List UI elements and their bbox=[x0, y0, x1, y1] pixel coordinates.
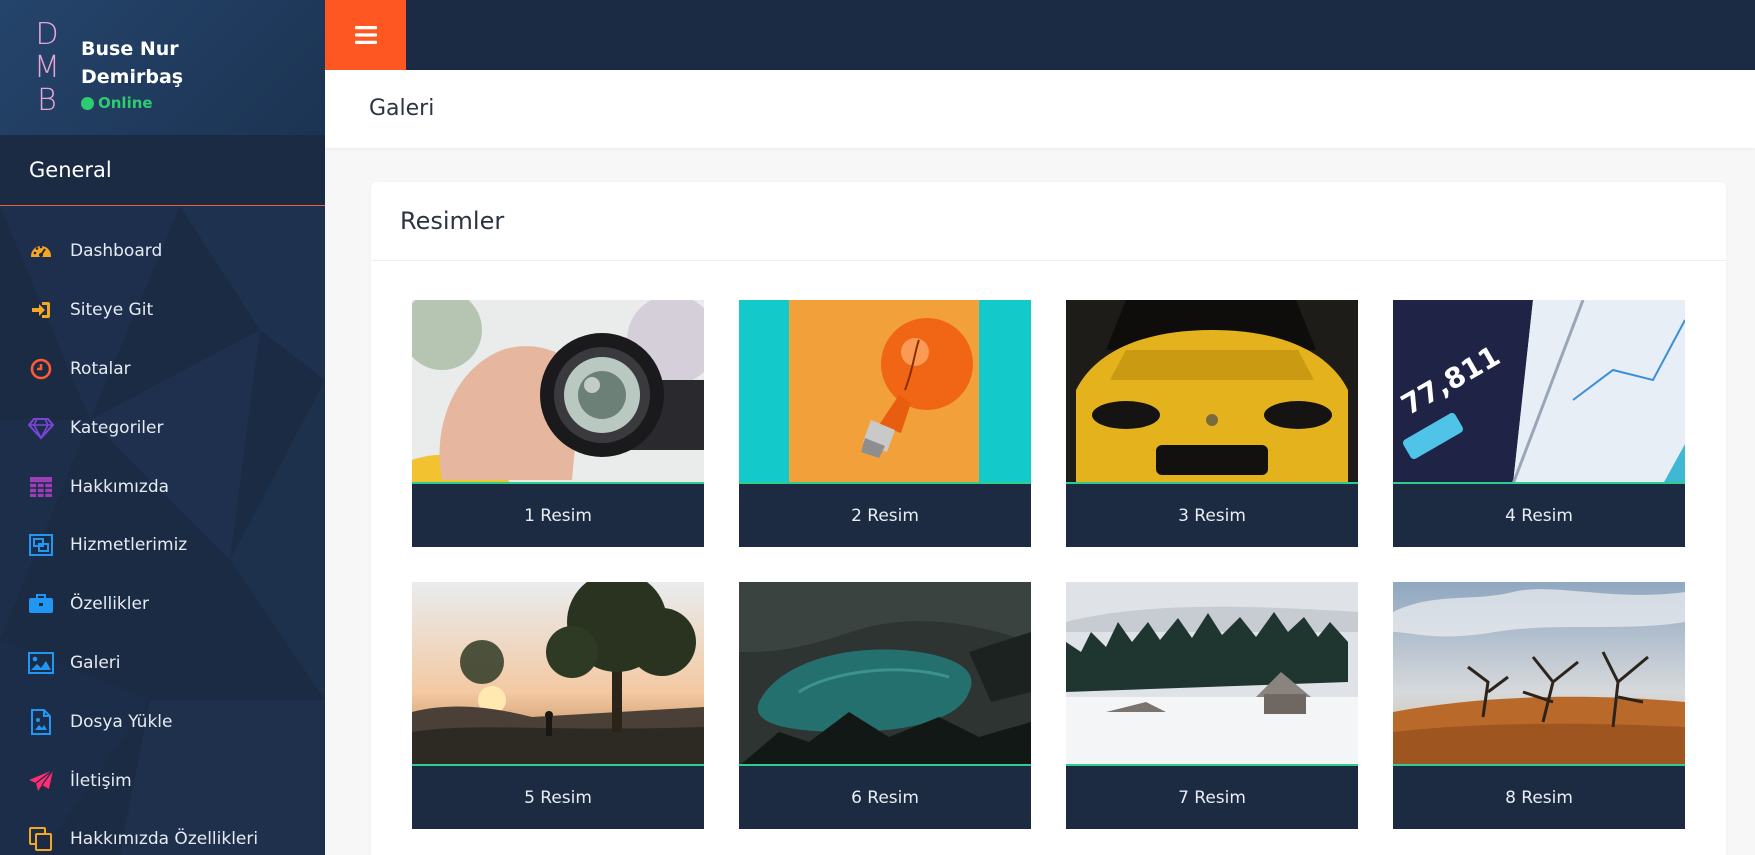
top-bar bbox=[325, 0, 1755, 70]
sidebar-item-galeri[interactable]: Galeri bbox=[0, 634, 325, 693]
gallery-caption: 7 Resim bbox=[1066, 766, 1358, 829]
sidebar-item-label: Kategoriler bbox=[70, 417, 164, 438]
card-title: Resimler bbox=[400, 207, 505, 235]
sidebar-item-hakkimizda-ozellikleri[interactable]: Hakkımızda Özellikleri bbox=[0, 810, 325, 855]
sidebar: D M B Buse Nur Demirbaş Online General D… bbox=[0, 0, 325, 855]
sidebar-item-dashboard[interactable]: Dashboard bbox=[0, 222, 325, 281]
copy-icon bbox=[28, 826, 54, 852]
sidebar-item-label: İletişim bbox=[70, 770, 132, 791]
mountain-lake-photo bbox=[739, 582, 1031, 766]
sidebar-nav: Dashboard Siteye Git Rotalar Kategoriler… bbox=[0, 222, 325, 855]
gallery-item[interactable]: 77,811 4 Resim bbox=[1393, 300, 1685, 547]
card-divider bbox=[371, 260, 1726, 261]
yellow-car-photo bbox=[1066, 300, 1358, 484]
gallery-item[interactable]: 2 Resim bbox=[739, 300, 1031, 547]
sidebar-item-label: Hizmetlerimiz bbox=[70, 535, 188, 556]
gallery-caption: 4 Resim bbox=[1393, 484, 1685, 547]
gallery-item[interactable]: 3 Resim bbox=[1066, 300, 1358, 547]
image-icon bbox=[28, 650, 54, 676]
camera-lens-photo bbox=[412, 300, 704, 484]
user-status: Online bbox=[81, 94, 153, 112]
snowy-cabin-photo bbox=[1066, 582, 1358, 766]
sidebar-item-label: Galeri bbox=[70, 652, 121, 673]
brand-logo: D M B bbox=[34, 17, 60, 118]
gallery-item[interactable]: 1 Resim bbox=[412, 300, 704, 547]
sidebar-item-label: Dosya Yükle bbox=[70, 711, 173, 732]
sidebar-item-hakkimizda[interactable]: Hakkımızda bbox=[0, 457, 325, 516]
user-profile: D M B Buse Nur Demirbaş Online bbox=[0, 0, 325, 135]
gallery-card: Resimler 1 Resim 2 Resim 3 Resim 77,811 … bbox=[371, 182, 1726, 855]
sidebar-item-siteye-git[interactable]: Siteye Git bbox=[0, 281, 325, 340]
sidebar-section-title: General bbox=[0, 135, 325, 206]
sign-in-icon bbox=[28, 297, 54, 323]
sunset-tree-photo bbox=[412, 582, 704, 766]
sidebar-item-label: Hakkımızda Özellikleri bbox=[70, 829, 259, 850]
gallery-caption: 5 Resim bbox=[412, 766, 704, 829]
gallery-caption: 6 Resim bbox=[739, 766, 1031, 829]
gallery-caption: 1 Resim bbox=[412, 484, 704, 547]
status-label: Online bbox=[98, 94, 153, 112]
sidebar-item-ozellikler[interactable]: Özellikler bbox=[0, 575, 325, 634]
diamond-icon bbox=[28, 415, 54, 441]
page-header: Galeri bbox=[325, 70, 1755, 148]
sidebar-item-label: Özellikler bbox=[70, 594, 149, 615]
file-image-icon bbox=[28, 708, 54, 735]
paper-plane-icon bbox=[28, 768, 54, 794]
sidebar-item-iletisim[interactable]: İletişim bbox=[0, 751, 325, 810]
gallery-caption: 8 Resim bbox=[1393, 766, 1685, 829]
table-icon bbox=[28, 474, 54, 500]
gallery-item[interactable]: 7 Resim bbox=[1066, 582, 1358, 829]
page-title: Galeri bbox=[369, 96, 435, 121]
briefcase-icon bbox=[28, 591, 54, 617]
sidebar-item-label: Dashboard bbox=[70, 241, 163, 262]
analytics-tablet-photo: 77,811 bbox=[1393, 300, 1685, 484]
sidebar-item-rotalar[interactable]: Rotalar bbox=[0, 340, 325, 399]
gallery-caption: 3 Resim bbox=[1066, 484, 1358, 547]
sidebar-item-dosya-yukle[interactable]: Dosya Yükle bbox=[0, 692, 325, 751]
light-bulb-photo bbox=[739, 300, 1031, 484]
sidebar-item-kategoriler[interactable]: Kategoriler bbox=[0, 398, 325, 457]
sidebar-item-hizmetlerimiz[interactable]: Hizmetlerimiz bbox=[0, 516, 325, 575]
sidebar-item-label: Rotalar bbox=[70, 358, 131, 379]
object-group-icon bbox=[28, 532, 54, 558]
clock-icon bbox=[28, 356, 54, 382]
sidebar-item-label: Hakkımızda bbox=[70, 476, 170, 497]
menu-toggle-button[interactable] bbox=[325, 0, 406, 70]
user-name: Buse Nur Demirbaş bbox=[81, 38, 184, 88]
sidebar-item-label: Siteye Git bbox=[70, 300, 154, 321]
gallery-item[interactable]: 8 Resim bbox=[1393, 582, 1685, 829]
hamburger-icon bbox=[354, 26, 377, 44]
gallery-item[interactable]: 5 Resim bbox=[412, 582, 704, 829]
gallery-caption: 2 Resim bbox=[739, 484, 1031, 547]
savanna-trees-photo bbox=[1393, 582, 1685, 766]
dashboard-icon bbox=[28, 238, 54, 264]
gallery-item[interactable]: 6 Resim bbox=[739, 582, 1031, 829]
online-dot-icon bbox=[81, 96, 94, 110]
gallery-grid: 1 Resim 2 Resim 3 Resim 77,811 4 Resim 5… bbox=[412, 300, 1686, 829]
